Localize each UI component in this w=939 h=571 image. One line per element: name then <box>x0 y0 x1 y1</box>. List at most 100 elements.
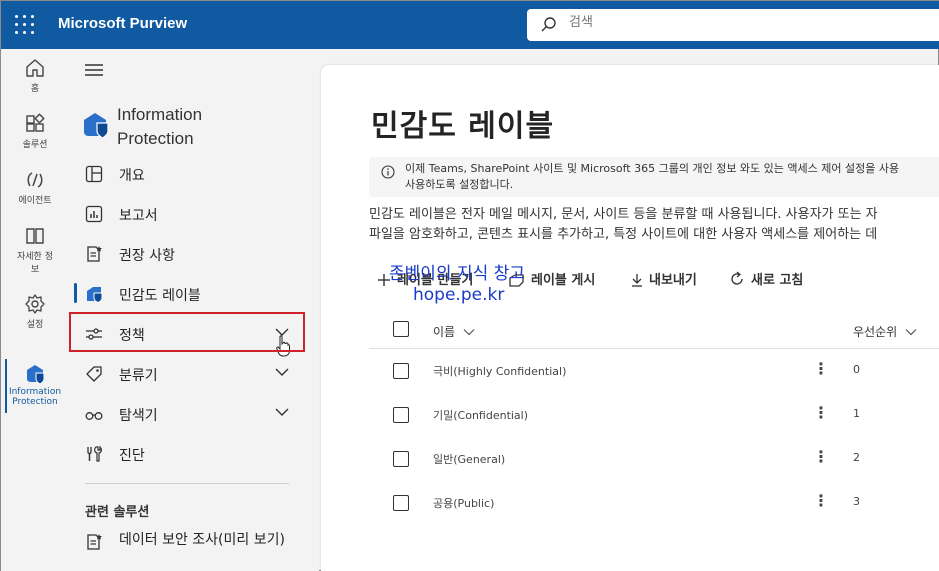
search-box[interactable] <box>527 9 939 41</box>
rail-item-solutions[interactable]: 솔루션 <box>1 113 69 150</box>
settings-icon <box>25 294 45 314</box>
select-all-checkbox[interactable] <box>393 321 409 337</box>
classifiers-icon <box>86 366 102 382</box>
row-checkbox[interactable] <box>393 363 409 379</box>
chevron-down-icon[interactable] <box>275 367 289 377</box>
app-name[interactable]: Microsoft Purview <box>58 15 187 32</box>
nav-item-recommendations[interactable]: 권장 사항 <box>69 235 305 271</box>
description-line: 파일을 암호화하고, 콘텐츠 표시를 추가하고, 특정 사이트에 대한 사용자 … <box>369 227 878 242</box>
export-button[interactable]: 내보내기 <box>631 269 697 288</box>
information-protection-logo-icon <box>84 113 109 139</box>
label-name[interactable]: 공용(Public) <box>433 495 494 511</box>
row-checkbox[interactable] <box>393 495 409 511</box>
rail-label: 보 <box>30 265 40 275</box>
rail-label: 홈 <box>30 84 40 94</box>
more-actions-icon[interactable]: ⋮ <box>813 359 829 378</box>
refresh-text: 새로 고침 <box>751 273 804 288</box>
nav-item-label: 보고서 <box>119 208 158 224</box>
info-icon <box>381 165 395 179</box>
chevron-down-icon <box>905 329 917 336</box>
nav-divider <box>85 483 289 484</box>
search-input[interactable] <box>569 15 869 30</box>
hamburger-icon[interactable] <box>85 63 103 77</box>
chevron-down-icon[interactable] <box>275 407 289 417</box>
rail-item-information-protection[interactable]: Information Protection <box>1 359 69 413</box>
more-actions-icon[interactable]: ⋮ <box>813 403 829 422</box>
sensitivity-label-icon <box>87 287 103 303</box>
app-rail: 홈 솔루션 에이전트 자세한 정 보 설정 Information Protec… <box>1 49 69 571</box>
main-content: 민감도 레이블 이제 Teams, SharePoint 사이트 및 Micro… <box>321 65 939 571</box>
table-row[interactable]: 극비(Highly Confidential) ⋮ 0 <box>369 349 939 393</box>
nav-item-policies[interactable]: 정책 <box>69 315 305 357</box>
nav-item-label: 탐색기 <box>119 408 158 424</box>
rail-label: Protection <box>12 397 58 407</box>
rail-item-learn[interactable]: 자세한 정 보 <box>1 225 69 275</box>
refresh-button[interactable]: 새로 고침 <box>729 269 803 288</box>
reports-icon <box>85 205 103 223</box>
app-launcher-icon[interactable] <box>15 15 35 35</box>
nav-item-diagnostics[interactable]: 진단 <box>69 435 305 471</box>
nav-item-overview[interactable]: 개요 <box>69 155 305 191</box>
more-actions-icon[interactable]: ⋮ <box>813 447 829 466</box>
related-solutions-heading: 관련 솔루션 <box>85 505 150 520</box>
nav-item-label: 민감도 레이블 <box>119 288 201 304</box>
agents-icon <box>27 172 43 188</box>
label-name[interactable]: 일반(General) <box>433 451 505 467</box>
nav-item-classifiers[interactable]: 분류기 <box>69 355 305 391</box>
label-priority: 1 <box>853 407 860 420</box>
recommendations-icon <box>87 246 102 262</box>
app-title-line: Protection <box>117 129 194 148</box>
app-title-line: Information <box>117 105 203 124</box>
explorers-icon <box>85 412 103 420</box>
column-header-priority[interactable]: 우선순위 <box>853 323 917 340</box>
label-priority: 0 <box>853 363 860 376</box>
top-bar: Microsoft Purview <box>1 1 939 49</box>
label-name[interactable]: 기밀(Confidential) <box>433 407 528 423</box>
rail-item-home[interactable]: 홈 <box>1 57 69 94</box>
selected-indicator <box>74 283 77 303</box>
page-description: 민감도 레이블은 전자 메일 메시지, 문서, 사이트 등을 분류할 때 사용됩… <box>369 205 878 245</box>
more-actions-icon[interactable]: ⋮ <box>813 491 829 510</box>
info-text: 이제 Teams, SharePoint 사이트 및 Microsoft 365… <box>405 162 900 175</box>
table-row[interactable]: 공용(Public) ⋮ 3 <box>369 481 939 525</box>
rail-label: 자세한 정 <box>17 252 53 262</box>
search-icon <box>541 17 556 32</box>
rail-label: 솔루션 <box>22 140 48 150</box>
row-checkbox[interactable] <box>393 451 409 467</box>
watermark-line: hope.pe.kr <box>413 285 505 305</box>
information-protection-icon <box>27 365 45 385</box>
row-checkbox[interactable] <box>393 407 409 423</box>
nav-item-label: 권장 사항 <box>119 248 175 264</box>
refresh-icon <box>731 271 743 285</box>
rail-item-settings[interactable]: 설정 <box>1 293 69 330</box>
nav-panel: Information Protection 개요 보고서 권장 사항 민감도 … <box>69 49 319 571</box>
learn-icon <box>26 228 44 244</box>
home-icon <box>26 59 44 77</box>
column-header-label: 우선순위 <box>853 325 898 339</box>
export-text: 내보내기 <box>649 273 697 288</box>
label-priority: 3 <box>853 495 860 508</box>
solutions-icon <box>26 113 45 132</box>
rail-label: 에이전트 <box>18 196 52 206</box>
column-header-name[interactable]: 이름 <box>433 323 475 340</box>
policies-icon <box>86 328 102 340</box>
description-line: 민감도 레이블은 전자 메일 메시지, 문서, 사이트 등을 분류할 때 사용됩… <box>369 207 878 222</box>
rail-label: Information <box>8 387 62 397</box>
nav-item-reports[interactable]: 보고서 <box>69 195 305 231</box>
publish-label-text: 레이블 게시 <box>531 273 596 288</box>
nav-item-label: 데이터 보안 조사(미리 보기) <box>119 532 285 548</box>
table-header: 이름 우선순위 <box>369 313 939 349</box>
label-name[interactable]: 극비(Highly Confidential) <box>433 363 566 379</box>
nav-item-sensitivity-labels[interactable]: 민감도 레이블 <box>69 275 305 311</box>
overview-icon <box>85 165 103 183</box>
nav-item-explorers[interactable]: 탐색기 <box>69 395 305 431</box>
rail-item-agents[interactable]: 에이전트 <box>1 169 69 206</box>
table-row[interactable]: 기밀(Confidential) ⋮ 1 <box>369 393 939 437</box>
table-row[interactable]: 일반(General) ⋮ 2 <box>369 437 939 481</box>
info-banner: 이제 Teams, SharePoint 사이트 및 Microsoft 365… <box>369 157 939 197</box>
column-header-label: 이름 <box>433 325 456 339</box>
chevron-down-icon <box>463 329 475 336</box>
rail-label: 설정 <box>26 320 44 330</box>
download-icon <box>632 274 642 287</box>
data-security-icon <box>87 534 102 550</box>
